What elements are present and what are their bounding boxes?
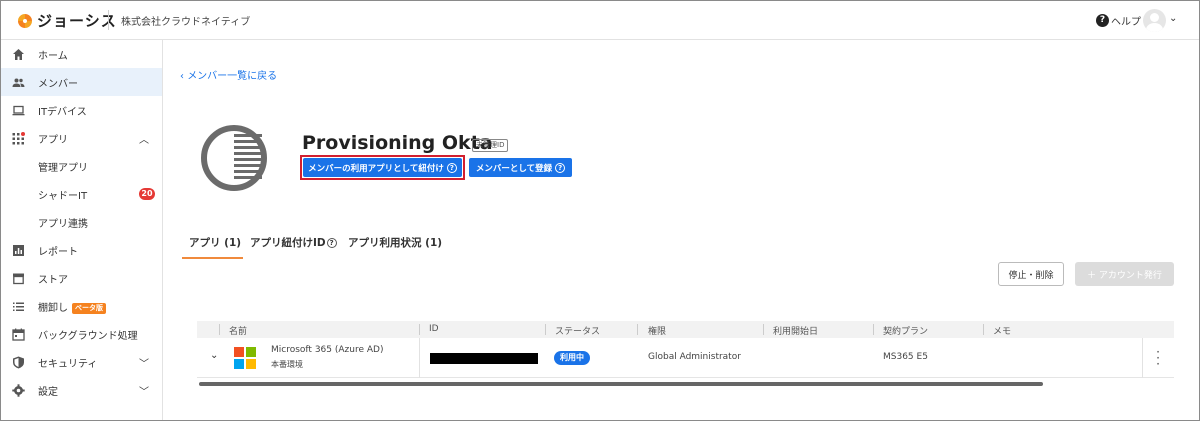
- sidebar-item-home[interactable]: ホーム: [1, 40, 162, 68]
- help-link[interactable]: ? ヘルプ: [1096, 13, 1141, 28]
- help-circle-icon: ?: [326, 238, 337, 248]
- sidebar-item-label: ホーム: [38, 51, 68, 62]
- link-as-member-app-button[interactable]: メンバーの利用アプリとして紐付け?: [303, 158, 462, 177]
- sidebar-item-members[interactable]: メンバー: [1, 68, 162, 96]
- sidebar-item-apps[interactable]: アプリ ︿: [1, 124, 162, 152]
- people-icon: [12, 78, 25, 87]
- sidebar-item-security[interactable]: セキュリティ ﹀: [1, 348, 162, 376]
- sidebar-item-label: シャドーIT: [38, 191, 88, 202]
- unmanaged-id-tag: 未管理ID: [472, 139, 509, 152]
- home-icon: [13, 49, 24, 60]
- link-as-member-app-button-highlight: メンバーの利用アプリとして紐付け?: [300, 155, 465, 180]
- register-as-member-button[interactable]: メンバーとして登録?: [469, 158, 572, 177]
- app-logo-icon: [201, 125, 267, 191]
- shadow-it-count-badge: 20: [139, 188, 155, 200]
- apps-table: 名前 ID ステータス 権限 利用開始日 契約プラン メモ ⌄ Microsof…: [197, 321, 1174, 387]
- more-vert-icon[interactable]: · · ·: [1155, 346, 1161, 370]
- column-header-memo[interactable]: メモ: [993, 324, 1011, 337]
- sidebar: ホーム メンバー ITデバイス アプリ ︿ 管理アプリ シャドーIT 20 アプ…: [1, 40, 163, 420]
- help-circle-icon: ?: [446, 162, 457, 173]
- store-icon: [13, 273, 24, 285]
- sidebar-item-background-jobs[interactable]: バックグラウンド処理: [1, 320, 162, 348]
- shield-icon: [13, 356, 24, 369]
- sidebar-item-settings[interactable]: 設定 ﹀: [1, 376, 162, 404]
- calendar-icon: [12, 328, 25, 341]
- tab-app-linked-ids[interactable]: アプリ紐付けID?: [250, 235, 337, 250]
- sidebar-item-label: アプリ: [38, 135, 68, 146]
- sidebar-item-it-devices[interactable]: ITデバイス: [1, 96, 162, 124]
- tab-apps[interactable]: アプリ (1): [189, 235, 241, 250]
- column-header-id[interactable]: ID: [429, 324, 439, 334]
- sidebar-item-label: バックグラウンド処理: [38, 331, 138, 342]
- column-header-plan[interactable]: 契約プラン: [883, 324, 928, 337]
- sidebar-item-label: 管理アプリ: [38, 163, 88, 174]
- chevron-down-icon: ﹀: [139, 359, 149, 370]
- sidebar-item-label: レポート: [38, 247, 78, 258]
- microsoft-logo-icon: [234, 347, 256, 369]
- issue-account-button[interactable]: ＋ アカウント発行: [1075, 262, 1174, 286]
- plan-cell: MS365 E5: [883, 352, 928, 362]
- expand-chevron-down-icon[interactable]: ⌄: [210, 350, 218, 361]
- tab-bar: アプリ (1) アプリ紐付けID? アプリ利用状況 (1): [182, 229, 482, 259]
- chevron-up-icon: ︿: [139, 135, 149, 146]
- table-row[interactable]: ⌄ Microsoft 365 (Azure AD) 本番環境 利用中 Glob…: [197, 338, 1174, 378]
- help-circle-icon: ?: [555, 162, 566, 173]
- report-chart-icon: [13, 245, 24, 256]
- sidebar-item-inventory[interactable]: 棚卸し ベータ版: [1, 292, 162, 320]
- sidebar-item-app-integration[interactable]: アプリ連携: [1, 208, 162, 236]
- gear-icon: [12, 384, 25, 397]
- column-header-name[interactable]: 名前: [229, 324, 247, 337]
- laptop-icon: [12, 105, 25, 116]
- brand-logo[interactable]: ジョーシス: [17, 10, 117, 31]
- brand-name: ジョーシス: [37, 12, 117, 30]
- sidebar-item-label: ITデバイス: [38, 107, 87, 118]
- help-icon: ?: [1096, 14, 1109, 27]
- main-content: ‹ メンバー一覧に戻る Provisioning Okta 未管理ID メンバー…: [164, 41, 1199, 420]
- help-label: ヘルプ: [1111, 17, 1141, 28]
- sidebar-item-label: 棚卸し ベータ版: [38, 299, 106, 314]
- sidebar-item-reports[interactable]: レポート: [1, 236, 162, 264]
- sidebar-item-label: セキュリティ: [38, 359, 98, 370]
- top-header: ジョーシス 株式会社クラウドネイティブ ? ヘルプ ⌄: [1, 1, 1199, 40]
- page-title: Provisioning Okta: [302, 132, 493, 154]
- sidebar-item-label: 設定: [38, 387, 58, 398]
- company-name: 株式会社クラウドネイティブ: [121, 17, 251, 28]
- horizontal-scrollbar[interactable]: [199, 382, 1043, 386]
- sidebar-item-store[interactable]: ストア: [1, 264, 162, 292]
- list-icon: [13, 302, 24, 311]
- back-to-members-link[interactable]: ‹ メンバー一覧に戻る: [180, 67, 277, 82]
- app-frame: ジョーシス 株式会社クラウドネイティブ ? ヘルプ ⌄ ホーム メンバー ITデ…: [0, 0, 1200, 421]
- sidebar-item-label: アプリ連携: [38, 219, 88, 230]
- active-tab-indicator: [182, 257, 243, 259]
- column-header-status[interactable]: ステータス: [555, 324, 600, 337]
- beta-badge: ベータ版: [72, 303, 106, 314]
- user-menu-chevron-down-icon[interactable]: ⌄: [1169, 13, 1177, 24]
- brand-mark-icon: [18, 13, 32, 28]
- stop-delete-button[interactable]: 停止・削除: [998, 262, 1064, 286]
- column-header-start-date[interactable]: 利用開始日: [773, 324, 818, 337]
- sidebar-item-label: メンバー: [38, 79, 78, 90]
- table-header: 名前 ID ステータス 権限 利用開始日 契約プラン メモ: [197, 321, 1174, 338]
- user-avatar[interactable]: [1143, 9, 1166, 32]
- redacted-id: [430, 353, 538, 364]
- chevron-down-icon: ﹀: [139, 387, 149, 398]
- app-environment: 本番環境: [271, 360, 303, 369]
- sidebar-item-shadow-it[interactable]: シャドーIT 20: [1, 180, 162, 208]
- role-cell: Global Administrator: [648, 352, 741, 362]
- header-divider: [108, 10, 109, 30]
- column-header-role[interactable]: 権限: [648, 324, 666, 337]
- status-badge: 利用中: [554, 351, 590, 365]
- app-grid-icon: [12, 132, 25, 145]
- sidebar-item-managed-apps[interactable]: 管理アプリ: [1, 152, 162, 180]
- app-name[interactable]: Microsoft 365 (Azure AD): [271, 345, 383, 355]
- sidebar-item-label: ストア: [38, 275, 68, 286]
- tab-app-usage[interactable]: アプリ利用状況 (1): [348, 235, 442, 250]
